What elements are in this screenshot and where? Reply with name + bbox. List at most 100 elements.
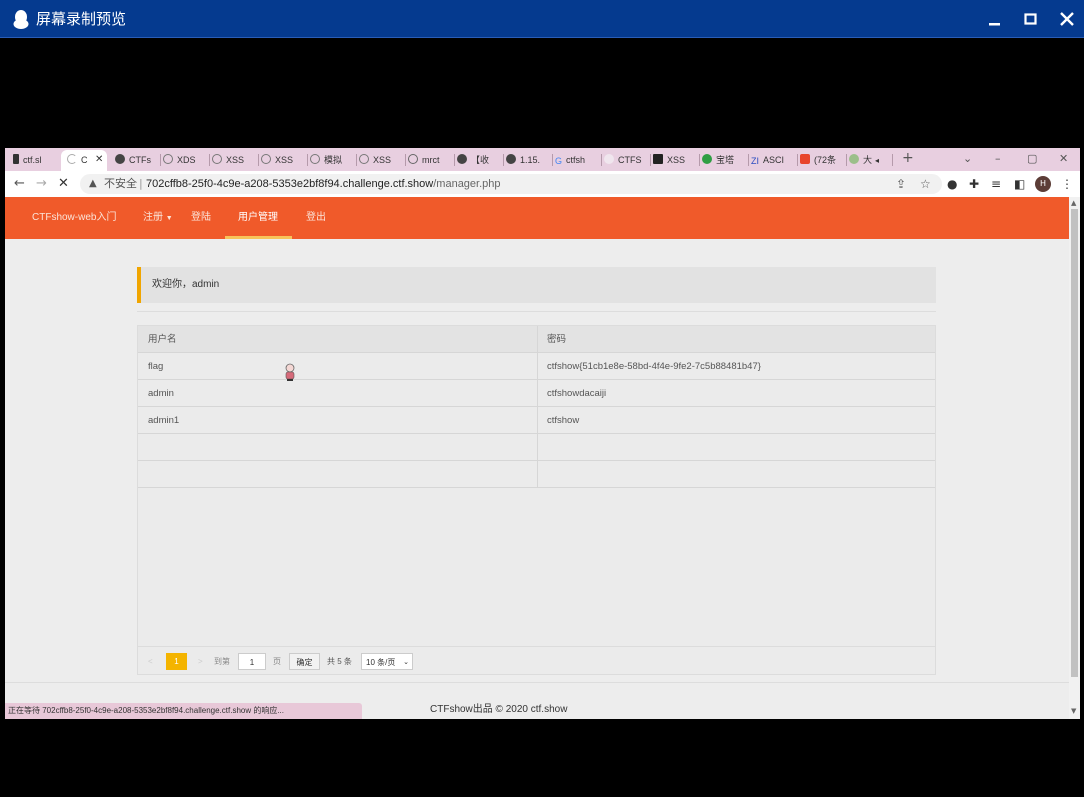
screen-recording-preview: 屏幕录制预览 ctf.sl C ✕ CTFs XDS XSS XSS 模拟 XSS	[0, 0, 1084, 797]
insecure-label: 不安全	[104, 177, 137, 190]
page-content: CTFshow-web入门 注册 ▼ 登陆 用户管理 登出 欢迎你，admin …	[5, 197, 1069, 719]
forward-icon[interactable]: →	[36, 175, 47, 193]
browser-minimize-icon[interactable]: –	[995, 152, 1001, 166]
column-divider	[537, 407, 538, 434]
tab-item[interactable]: 1.15.	[506, 150, 552, 170]
new-tab-button[interactable]: +	[902, 151, 914, 165]
scrollbar-thumb[interactable]	[1071, 209, 1078, 677]
tab-item[interactable]: XDS	[163, 150, 209, 170]
m-icon	[653, 154, 663, 164]
page-number-input[interactable]: 1	[238, 653, 266, 670]
tab-item[interactable]: 大 ◂	[849, 150, 891, 170]
site-brand[interactable]: CTFshow-web入门	[32, 197, 116, 239]
vertical-scrollbar[interactable]: ▲ ▼	[1069, 197, 1080, 719]
tab-item[interactable]: CTFs	[115, 150, 159, 170]
url-host: 702cffb8-25f0-4c9e-a208-5353e2bf8f94.cha…	[146, 178, 434, 190]
minimize-icon[interactable]	[984, 8, 1006, 30]
nav-active-indicator	[225, 236, 292, 239]
share-icon[interactable]: ⇪	[896, 176, 906, 192]
globe-icon	[506, 154, 516, 164]
close-icon[interactable]	[1056, 8, 1078, 30]
loading-icon	[67, 154, 77, 164]
tab-search-icon[interactable]: ⌄	[963, 152, 972, 166]
maximize-icon[interactable]	[1020, 8, 1042, 30]
site-footer: CTFshow出品 © 2020 ctf.show	[430, 704, 568, 715]
tab-separator	[160, 154, 161, 166]
cell-username: flag	[148, 361, 164, 372]
nav-logout[interactable]: 登出	[306, 197, 326, 239]
browser-window: ctf.sl C ✕ CTFs XDS XSS XSS 模拟 XSS mrct 【…	[5, 148, 1080, 719]
page-size-select[interactable]: 10 条/页 ⌄	[361, 653, 413, 670]
warning-icon: ▲	[89, 178, 97, 189]
tab-separator	[356, 154, 357, 166]
tab-item[interactable]: XSS	[212, 150, 258, 170]
tab-item[interactable]: 模拟	[310, 150, 356, 170]
tab-item[interactable]: ctf.sl	[13, 150, 59, 170]
column-divider	[537, 434, 538, 461]
header-username: 用户名	[148, 334, 177, 345]
welcome-message: 欢迎你，admin	[152, 279, 220, 290]
tab-item[interactable]: 【收	[457, 150, 503, 170]
browser-restore-icon[interactable]: ▢	[1027, 152, 1037, 166]
prev-page-icon[interactable]: <	[148, 653, 153, 670]
next-page-icon[interactable]: >	[198, 653, 203, 670]
caret-down-icon: ▼	[165, 215, 173, 222]
tab-separator	[601, 154, 602, 166]
cell-password: ctfshowdacaiji	[547, 388, 607, 399]
bt-icon	[702, 154, 712, 164]
browser-close-icon[interactable]: ✕	[1059, 152, 1068, 166]
table-row[interactable]: flag ctfshow{51cb1e8e-58bd-4f4e-9fe2-7c5…	[138, 353, 935, 380]
footer-divider	[5, 682, 1069, 683]
page-unit-label: 页	[273, 657, 281, 666]
tab-separator	[454, 154, 455, 166]
tab-item[interactable]: XSS	[261, 150, 307, 170]
scroll-up-icon[interactable]: ▲	[1071, 199, 1076, 207]
site-icon	[261, 154, 271, 164]
page-current[interactable]: 1	[166, 653, 187, 670]
tab-separator	[552, 154, 553, 166]
total-count: 共 5 条	[327, 657, 352, 666]
nav-user-management[interactable]: 用户管理	[238, 197, 278, 239]
extension-circle-icon[interactable]: ●	[947, 175, 957, 193]
tab-item[interactable]: 宝塔	[702, 150, 748, 170]
tab-close-icon[interactable]: ✕	[95, 150, 103, 170]
tab-item[interactable]: ZI ASCI	[751, 150, 797, 170]
table-row[interactable]: admin1 ctfshow	[138, 407, 935, 434]
tab-item[interactable]: CTFS	[604, 150, 650, 170]
window-titlebar: 屏幕录制预览	[0, 0, 1084, 38]
confirm-button[interactable]: 确定	[289, 653, 320, 670]
column-divider	[537, 380, 538, 407]
puzzle-icon[interactable]: ✚	[969, 175, 979, 193]
tab-item[interactable]: Gctfsh	[555, 150, 601, 170]
table-row[interactable]: admin ctfshowdacaiji	[138, 380, 935, 407]
user-table: 用户名 密码 flag ctfshow{51cb1e8e-58bd-4f4e-9…	[137, 325, 936, 675]
stop-icon[interactable]: ✕	[58, 175, 69, 193]
menu-icon[interactable]: ⋮	[1061, 175, 1073, 193]
loading-status-bar: 正在等待 702cffb8-25f0-4c9e-a208-5353e2bf8f9…	[5, 703, 362, 719]
tab-separator	[209, 154, 210, 166]
avatar[interactable]: H	[1035, 176, 1051, 192]
tab-item[interactable]: XSS	[653, 150, 699, 170]
table-row[interactable]	[138, 461, 935, 488]
star-icon[interactable]: ☆	[920, 176, 931, 192]
nav-register[interactable]: 注册 ▼	[143, 197, 173, 239]
site-icon	[359, 154, 369, 164]
reading-list-icon[interactable]: ≡	[991, 175, 1001, 193]
sidepanel-icon[interactable]: ◧	[1014, 175, 1025, 193]
tab-item[interactable]: mrct	[408, 150, 454, 170]
tab-separator	[797, 154, 798, 166]
address-bar[interactable]: ▲ 不安全 | 702cffb8-25f0-4c9e-a208-5353e2bf…	[80, 174, 942, 194]
tab-item[interactable]: (72条	[800, 150, 846, 170]
c-icon	[800, 154, 810, 164]
nav-login[interactable]: 登陆	[191, 197, 211, 239]
tab-active[interactable]: C ✕	[61, 150, 107, 171]
tab-item[interactable]: XSS	[359, 150, 405, 170]
chevron-down-icon: ⌄	[403, 659, 409, 666]
runner-icon	[13, 154, 19, 164]
site-icon	[163, 154, 173, 164]
back-icon[interactable]: ←	[14, 175, 25, 193]
divider: |	[139, 177, 143, 190]
table-row[interactable]	[138, 434, 935, 461]
scroll-down-icon[interactable]: ▼	[1071, 707, 1076, 715]
penguin-icon	[13, 10, 29, 29]
